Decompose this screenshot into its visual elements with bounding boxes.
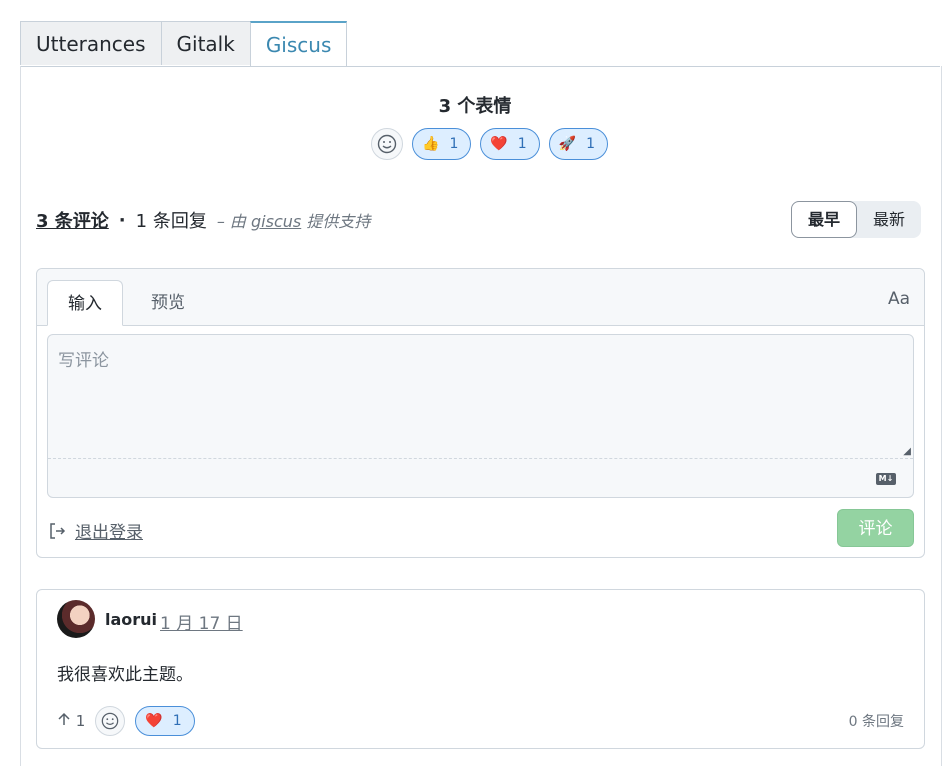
comment-input[interactable]: 写评论 ◢ M↓	[47, 334, 914, 498]
reaction-heart[interactable]: ❤️ 1	[135, 706, 195, 736]
sort-toggle: 最早 最新	[791, 201, 922, 238]
reaction-count: 1	[517, 136, 527, 152]
tab-utterances[interactable]: Utterances	[20, 21, 162, 65]
input-divider	[48, 458, 913, 459]
giscus-link[interactable]: giscus	[251, 212, 301, 231]
comment-footer: 1 ❤️ 1	[57, 706, 195, 736]
upvote-button[interactable]: 1	[57, 712, 85, 730]
sort-oldest-button[interactable]: 最早	[791, 201, 858, 238]
tab-giscus[interactable]: Giscus	[249, 21, 348, 67]
comment-summary: 3 条评论 · 1 条回复 – 由 giscus 提供支持	[36, 207, 370, 233]
tab-preview[interactable]: 预览	[131, 280, 205, 325]
comment-reply-count: 0 条回复	[848, 714, 904, 730]
reactions-row: 👍 1 ❤️ 1 🚀 1	[371, 128, 609, 160]
sign-out-icon	[50, 522, 66, 539]
comment-count-link[interactable]: 3 条评论	[36, 207, 109, 233]
add-reaction-button[interactable]	[95, 706, 126, 736]
rocket-icon: 🚀	[558, 136, 577, 152]
comment-card: laorui 1 月 17 日 我很喜欢此主题。 1 ❤️ 1 0 条回复	[36, 589, 925, 749]
heart-icon: ❤️	[145, 713, 163, 729]
reaction-thumbs-up[interactable]: 👍 1	[412, 128, 472, 160]
smiley-icon	[102, 712, 119, 730]
tab-gitalk[interactable]: Gitalk	[160, 21, 251, 65]
powered-prefix: – 由	[216, 212, 246, 231]
powered-by: – 由 giscus 提供支持	[217, 208, 371, 232]
comment-body: 我很喜欢此主题。	[57, 665, 193, 685]
reaction-count: 1	[586, 136, 596, 152]
reaction-rocket[interactable]: 🚀 1	[548, 128, 609, 160]
tab-write[interactable]: 输入	[47, 280, 123, 326]
reaction-count: 1	[172, 713, 182, 729]
tab-strip: Utterances Gitalk Giscus	[20, 21, 348, 67]
heart-icon: ❤️	[490, 136, 508, 152]
smiley-icon	[377, 134, 397, 154]
resize-handle-icon[interactable]: ◢	[903, 446, 911, 457]
avatar[interactable]	[57, 600, 95, 638]
reply-count: 1 条回复	[135, 211, 207, 232]
comment-date[interactable]: 1 月 17 日	[160, 609, 243, 634]
logout-label: 退出登录	[75, 523, 143, 543]
arrow-up-icon	[58, 712, 70, 725]
text-format-button[interactable]: Aa	[888, 289, 910, 309]
reaction-count: 1	[449, 136, 459, 152]
comment-placeholder: 写评论	[58, 351, 109, 371]
comment-editor: 输入 预览 Aa 写评论 ◢ M↓ 退出登录 评论	[36, 268, 925, 558]
sort-newest-button[interactable]: 最新	[857, 201, 921, 238]
submit-comment-button[interactable]: 评论	[837, 509, 914, 547]
markdown-icon: M↓	[876, 473, 896, 485]
comment-author[interactable]: laorui	[105, 610, 157, 629]
logout-link[interactable]: 退出登录	[48, 518, 143, 543]
powered-suffix: 提供支持	[306, 212, 371, 231]
separator: ·	[118, 209, 126, 231]
reactions-title: 3 个表情	[438, 96, 512, 117]
reaction-heart[interactable]: ❤️ 1	[480, 128, 540, 160]
upvote-count: 1	[75, 712, 86, 730]
thumbs-up-icon: 👍	[422, 136, 440, 152]
add-reaction-button[interactable]	[371, 128, 403, 160]
